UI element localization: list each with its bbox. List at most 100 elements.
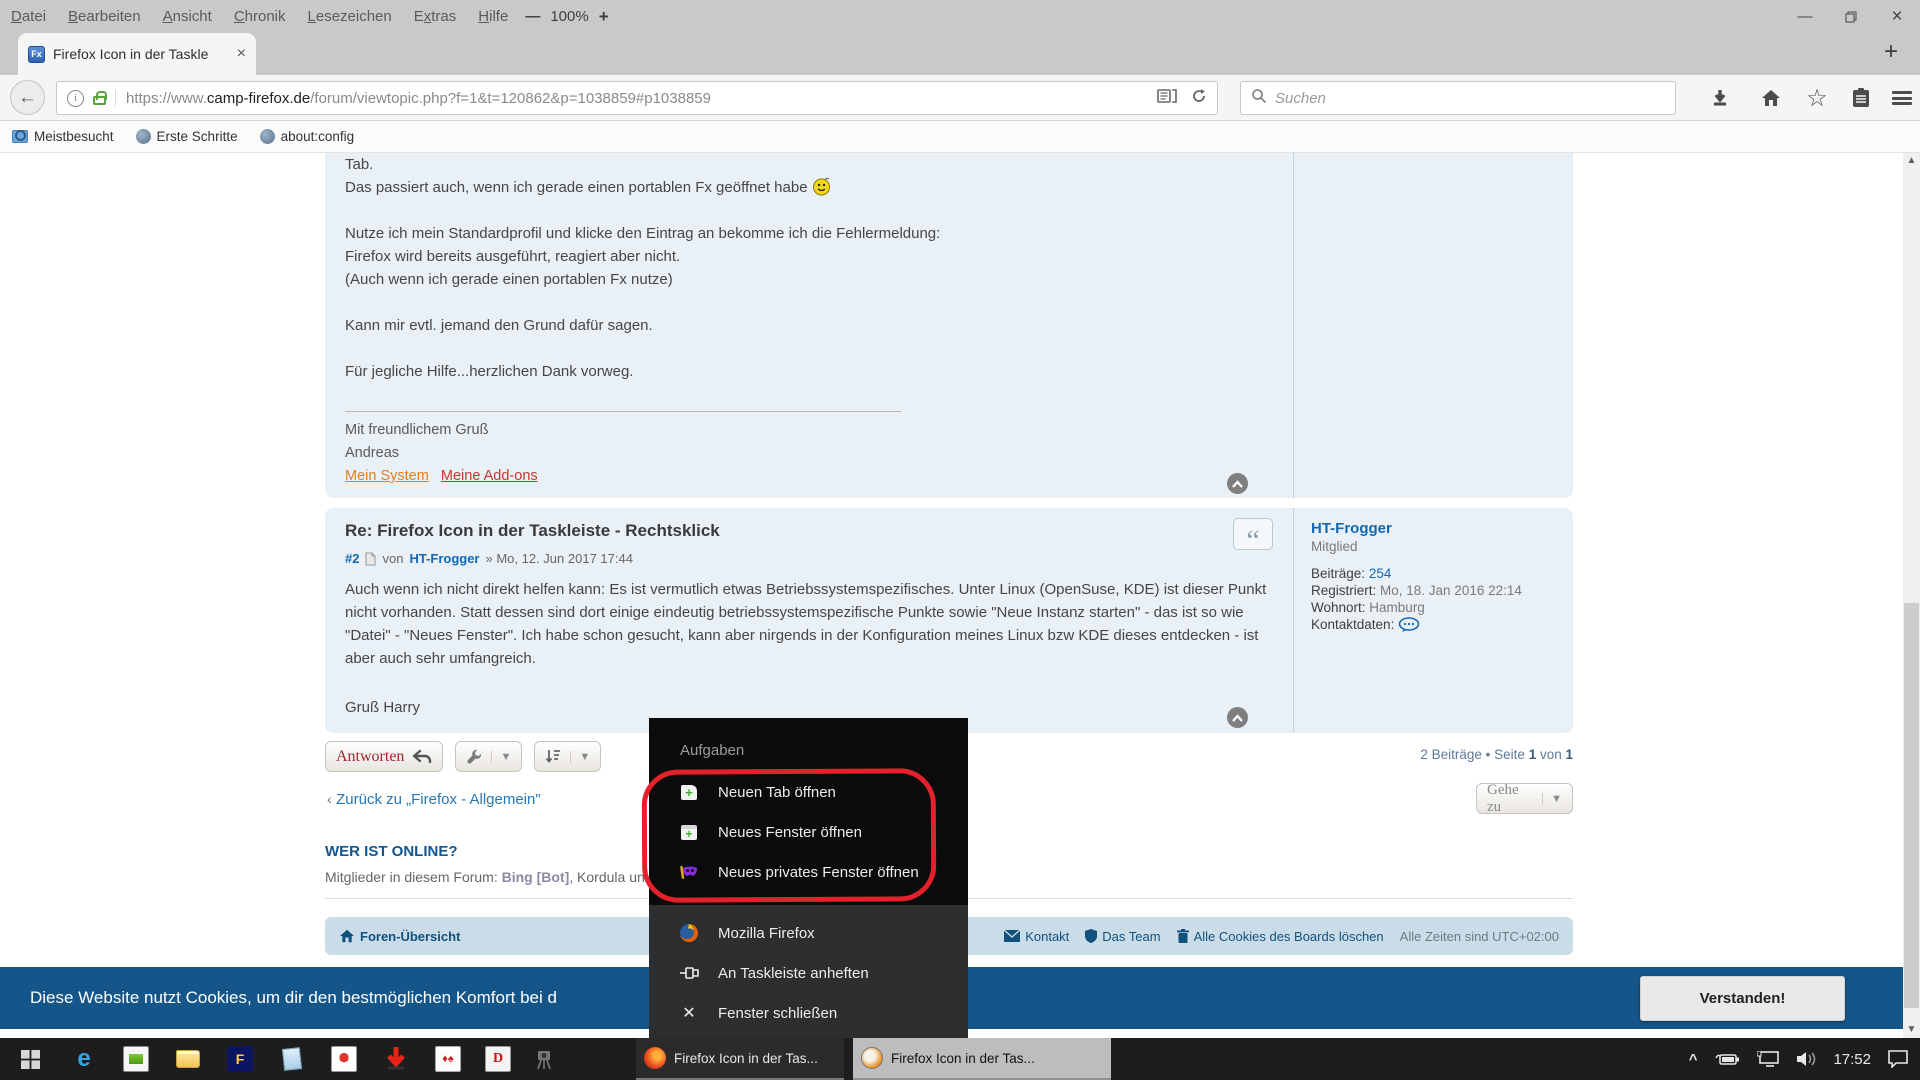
bookmark-erste-schritte[interactable]: Erste Schritte	[136, 129, 238, 144]
jumplist-pin-to-taskbar[interactable]: An Taskleiste anheften	[649, 953, 968, 993]
topic-tools-button[interactable]: ▼	[455, 741, 522, 772]
network-icon[interactable]	[1757, 1051, 1779, 1067]
downloads-icon[interactable]	[1706, 85, 1734, 111]
url-text[interactable]: https://www.camp-firefox.de/forum/viewto…	[115, 90, 711, 107]
dropdown-arrow-icon: ▼	[570, 751, 590, 763]
zoom-in-icon[interactable]: +	[599, 7, 609, 27]
globe-icon	[260, 129, 275, 144]
volume-icon[interactable]	[1796, 1051, 1816, 1067]
menu-datei[interactable]: Datei	[0, 8, 57, 25]
window-restore-icon[interactable]	[1828, 0, 1874, 33]
pinned-app-icon-2[interactable]: F	[216, 1038, 264, 1080]
action-center-icon[interactable]	[1888, 1050, 1908, 1068]
who-is-online-title: WER IST ONLINE?	[325, 843, 458, 860]
quote-button[interactable]: “	[1233, 518, 1273, 550]
jumplist-close-window[interactable]: ✕ Fenster schließen	[649, 993, 968, 1033]
bookmark-about-config[interactable]: about:config	[260, 129, 355, 144]
hamburger-menu-icon[interactable]	[1888, 85, 1916, 111]
meine-addons-link[interactable]: Meine Add-ons	[441, 468, 538, 484]
reload-icon[interactable]	[1191, 88, 1207, 108]
tab-firefox-icon[interactable]: Fx Firefox Icon in der Taskle ×	[18, 33, 256, 75]
post1-body: Tab. Das passiert auch, wenn ich gerade …	[345, 153, 940, 383]
profile-username[interactable]: HT-Frogger	[1311, 520, 1561, 537]
tray-chevron-icon[interactable]: ^	[1689, 1051, 1698, 1068]
pinned-app-icon-5[interactable]	[372, 1038, 420, 1080]
reply-arrow-icon	[412, 749, 432, 764]
delete-cookies-link[interactable]: Alle Cookies des Boards löschen	[1177, 929, 1384, 944]
jumplist-mozilla-firefox[interactable]: Mozilla Firefox	[649, 913, 968, 953]
windows-taskbar: e F ♦♠ D Firefox Icon in der Tas... Fire…	[0, 1038, 1920, 1080]
edge-icon[interactable]: e	[60, 1038, 108, 1080]
window-menubar: Datei Bearbeiten Ansicht Chronik Lesezei…	[0, 0, 1920, 33]
pinned-app-icon-3[interactable]	[268, 1038, 316, 1080]
taskbar-firefox-window-2-active[interactable]: Firefox Icon in der Tas...	[853, 1038, 1111, 1080]
zoom-out-icon[interactable]: —	[525, 8, 540, 25]
scroll-up-arrow[interactable]: ▲	[1903, 153, 1920, 169]
battery-icon[interactable]	[1714, 1052, 1740, 1066]
back-button[interactable]: ←	[10, 80, 45, 115]
tab-favicon: Fx	[28, 46, 45, 63]
back-to-top-button[interactable]	[1227, 473, 1248, 494]
author-profile: HT-Frogger Mitglied Beiträge: 254 Regist…	[1311, 520, 1561, 633]
menu-hilfe[interactable]: Hilfe	[467, 8, 519, 25]
url-bar[interactable]: i https://www.camp-firefox.de/forum/view…	[56, 81, 1218, 115]
cookie-accept-button[interactable]: Verstanden!	[1640, 976, 1845, 1021]
taskbar-firefox-window-1[interactable]: Firefox Icon in der Tas...	[636, 1038, 844, 1080]
windows-logo-icon	[21, 1050, 40, 1069]
mein-system-link[interactable]: Mein System	[345, 468, 429, 484]
zoom-level: 100%	[550, 8, 588, 25]
menu-lesezeichen[interactable]: Lesezeichen	[297, 8, 403, 25]
back-to-forum-link[interactable]: Zurück zu „Firefox - Allgemein"	[336, 791, 541, 808]
kontakt-link[interactable]: Kontakt	[1004, 929, 1069, 944]
goto-button[interactable]: Gehe zu ▼	[1476, 783, 1573, 814]
reply-button[interactable]: Antworten	[325, 741, 443, 772]
page-scrollbar[interactable]: ▲ ▼	[1903, 153, 1920, 1038]
pinned-app-icon-6[interactable]: ♦♠	[424, 1038, 472, 1080]
pinned-app-icon-7[interactable]: D	[476, 1038, 520, 1080]
home-icon[interactable]	[1757, 85, 1785, 111]
posts-count-link[interactable]: 254	[1369, 566, 1392, 581]
post2-profile-divider	[1293, 508, 1294, 733]
pinned-app-icon-8[interactable]	[522, 1038, 566, 1080]
window-minimize-icon[interactable]: —	[1782, 0, 1828, 33]
scroll-down-arrow[interactable]: ▼	[1903, 1022, 1920, 1038]
search-bar[interactable]: Suchen	[1240, 81, 1676, 115]
library-icon[interactable]	[1847, 85, 1875, 111]
firefox-window-icon	[861, 1047, 883, 1069]
post-number-link[interactable]: #2	[345, 551, 359, 566]
post1-signature: Mit freundlichem Gruß Andreas Mein Syste…	[345, 419, 538, 488]
ssl-lock-icon	[93, 96, 106, 105]
back-to-top-button[interactable]	[1227, 707, 1248, 728]
home-icon	[339, 929, 355, 943]
bookmarks-bar: Meistbesucht Erste Schritte about:config	[0, 121, 1920, 153]
firefox-icon	[679, 923, 699, 943]
file-explorer-icon[interactable]	[164, 1038, 212, 1080]
tray-clock[interactable]: 17:52	[1833, 1051, 1871, 1068]
bookmark-meistbesucht[interactable]: Meistbesucht	[12, 129, 114, 144]
board-index-link[interactable]: Foren-Übersicht	[339, 929, 460, 944]
das-team-link[interactable]: Das Team	[1085, 929, 1160, 944]
bing-bot-link[interactable]: Bing [Bot]	[502, 869, 570, 885]
menu-bearbeiten[interactable]: Bearbeiten	[57, 8, 152, 25]
menu-ansicht[interactable]: Ansicht	[152, 8, 223, 25]
menu-extras[interactable]: Extras	[403, 8, 468, 25]
pinned-app-icon-4[interactable]	[320, 1038, 368, 1080]
bookmark-star-icon[interactable]: ☆	[1803, 85, 1831, 111]
jumplist-header: Aufgaben	[680, 742, 744, 759]
sort-button[interactable]: ▼	[534, 741, 601, 772]
post2-body: Auch wenn ich nicht direkt helfen kann: …	[345, 578, 1287, 670]
author-link[interactable]: HT-Frogger	[409, 551, 479, 566]
pagination: 2 Beiträge • Seite 1 von 1	[1173, 747, 1573, 762]
tab-close-icon[interactable]: ×	[237, 45, 246, 63]
contact-pm-icon[interactable]	[1398, 617, 1420, 633]
start-button[interactable]	[0, 1038, 60, 1080]
menu-chronik[interactable]: Chronik	[223, 8, 297, 25]
page-info-icon[interactable]: i	[67, 90, 84, 107]
red-highlight-annotation	[642, 768, 937, 903]
reader-mode-icon[interactable]	[1157, 89, 1177, 107]
scrollbar-thumb[interactable]	[1904, 603, 1919, 1008]
pinned-app-icon-1[interactable]	[112, 1038, 160, 1080]
window-close-icon[interactable]: ×	[1874, 0, 1920, 33]
post2-date: » Mo, 12. Jun 2017 17:44	[486, 551, 633, 566]
new-tab-button[interactable]: +	[1876, 38, 1906, 66]
